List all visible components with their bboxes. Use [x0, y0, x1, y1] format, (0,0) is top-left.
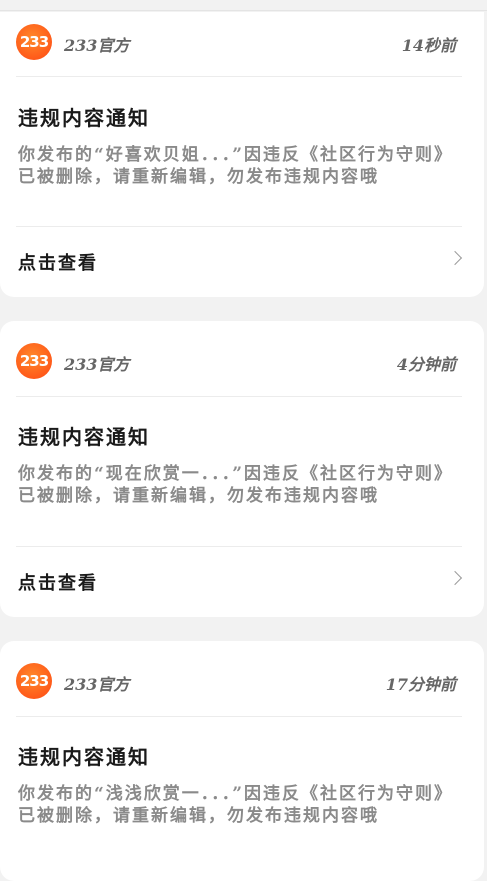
divider	[16, 76, 462, 77]
divider	[16, 396, 462, 397]
sender-name: 233官方	[64, 675, 130, 694]
chevron-right-icon	[447, 570, 463, 586]
chevron-right-icon	[447, 250, 463, 266]
233-logo-icon: 233	[16, 24, 52, 60]
divider	[16, 716, 462, 717]
view-details-row[interactable]: 点击查看	[18, 245, 463, 277]
card-header: 233 233官方 17分钟前	[16, 663, 456, 701]
view-details-row[interactable]: 点击查看	[18, 565, 463, 597]
card-header: 233 233官方 14秒前	[16, 24, 456, 62]
timestamp: 4分钟前	[396, 355, 456, 374]
233-logo-icon: 233	[16, 343, 52, 379]
notification-title: 违规内容通知	[18, 425, 150, 449]
view-details-label: 点击查看	[18, 573, 98, 594]
notification-card[interactable]: 233 233官方 4分钟前 违规内容通知 你发布的“现在欣赏一．．．”因违反《…	[0, 321, 484, 617]
notification-body: 你发布的“好喜欢贝姐．．．”因违反《社区行为守则》已被删除，请重新编辑，勿发布违…	[18, 145, 454, 187]
notification-card[interactable]: 233 233官方 14秒前 违规内容通知 你发布的“好喜欢贝姐．．．”因违反《…	[0, 12, 484, 297]
divider	[16, 546, 462, 547]
view-details-label: 点击查看	[18, 253, 98, 274]
top-edge	[0, 0, 487, 11]
notification-card[interactable]: 233 233官方 17分钟前 违规内容通知 你发布的“浅浅欣赏一．．．”因违反…	[0, 641, 484, 881]
notification-title: 违规内容通知	[18, 745, 150, 769]
233-logo-icon: 233	[16, 663, 52, 699]
card-header: 233 233官方 4分钟前	[16, 343, 456, 381]
divider	[16, 226, 462, 227]
timestamp: 14秒前	[401, 36, 456, 55]
notification-body: 你发布的“浅浅欣赏一．．．”因违反《社区行为守则》已被删除，请重新编辑，勿发布违…	[18, 784, 454, 826]
timestamp: 17分钟前	[385, 675, 456, 694]
sender-name: 233官方	[64, 355, 130, 374]
notification-body: 你发布的“现在欣赏一．．．”因违反《社区行为守则》已被删除，请重新编辑，勿发布违…	[18, 464, 454, 506]
sender-name: 233官方	[64, 36, 130, 55]
notification-title: 违规内容通知	[18, 106, 150, 130]
